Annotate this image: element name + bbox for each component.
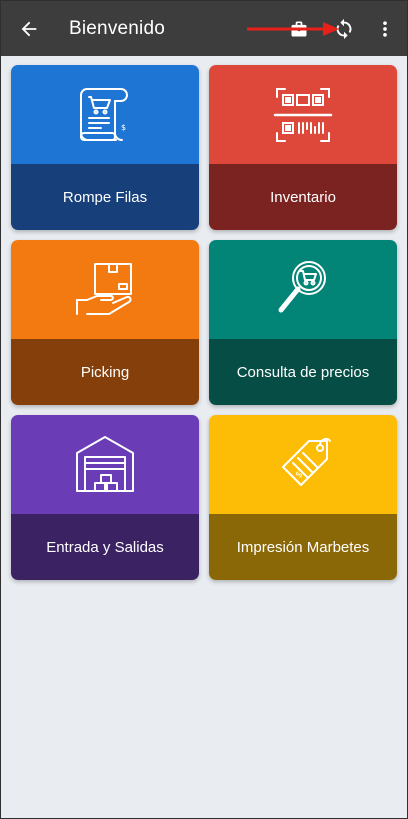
tile-label: Inventario	[270, 188, 336, 206]
receipt-cart-icon: $	[80, 88, 128, 141]
barcode-scan-icon	[273, 88, 333, 142]
tile-inventario[interactable]: Inventario	[209, 65, 397, 230]
more-options-button[interactable]	[371, 15, 399, 43]
back-button[interactable]	[15, 15, 43, 43]
tile-bottom: Inventario	[209, 164, 397, 230]
tile-label: Consulta de precios	[236, 363, 370, 381]
more-vert-icon	[383, 21, 387, 37]
tile-top	[209, 65, 397, 164]
box-hand-icon	[76, 263, 132, 315]
app-frame: Bienvenido $ Rompe Filas Inventario Pick…	[0, 0, 408, 819]
price-tag-icon: $	[282, 437, 331, 486]
warehouse-icon	[76, 436, 134, 492]
tile-consulta-de-precios[interactable]: Consulta de precios	[209, 240, 397, 405]
briefcase-icon	[291, 21, 307, 37]
briefcase-button[interactable]	[285, 15, 313, 43]
tile-top	[11, 415, 199, 514]
tile-top	[11, 240, 199, 339]
sync-icon	[336, 18, 352, 40]
arrow-left-icon	[21, 21, 37, 37]
app-bar: Bienvenido	[1, 1, 407, 56]
page-title: Bienvenido	[69, 18, 166, 39]
tile-entrada-y-salidas[interactable]: Entrada y Salidas	[11, 415, 199, 580]
tile-label: Rompe Filas	[62, 188, 148, 206]
tile-top: $	[209, 415, 397, 514]
tile-bottom: Picking	[11, 339, 199, 405]
tile-label: Impresión Marbetes	[236, 538, 370, 556]
tile-bottom: Entrada y Salidas	[11, 514, 199, 580]
sync-button[interactable]	[330, 15, 358, 43]
magnifier-cart-icon	[278, 261, 326, 313]
tile-top: $	[11, 65, 199, 164]
tile-impresion-marbetes[interactable]: $ Impresión Marbetes	[209, 415, 397, 580]
tile-bottom: Impresión Marbetes	[209, 514, 397, 580]
tile-bottom: Consulta de precios	[209, 339, 397, 405]
tile-label: Picking	[80, 363, 130, 381]
tile-rompe-filas[interactable]: $ Rompe Filas	[11, 65, 199, 230]
tile-top	[209, 240, 397, 339]
tile-bottom: Rompe Filas	[11, 164, 199, 230]
tile-picking[interactable]: Picking	[11, 240, 199, 405]
tile-label: Entrada y Salidas	[46, 538, 164, 556]
svg-text:$: $	[121, 123, 126, 132]
